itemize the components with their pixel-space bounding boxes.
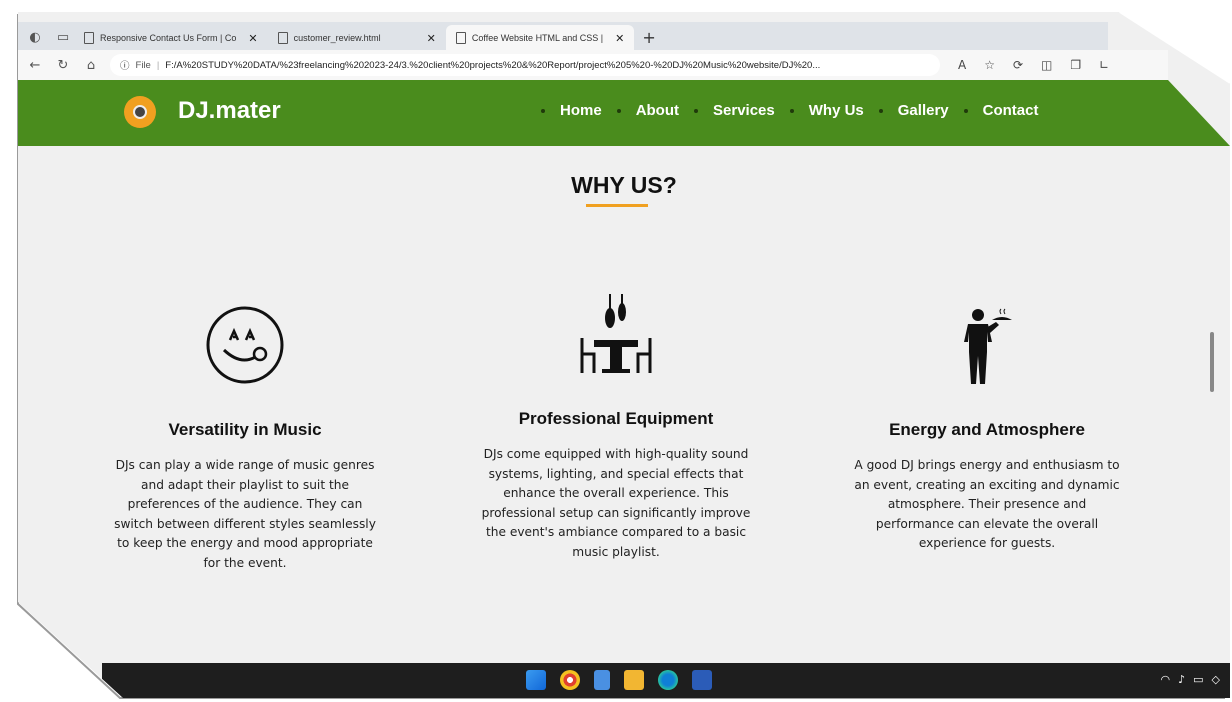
read-aloud-icon[interactable]: A bbox=[958, 58, 966, 72]
browser-window: ◐ ▭ Responsive Contact Us Form | Co ✕ cu… bbox=[18, 12, 1230, 698]
url-text: F:/A%20STUDY%20DATA/%23freelancing%20202… bbox=[165, 59, 821, 71]
system-tray: ◠ ♪ ▭ ◇ bbox=[1160, 673, 1220, 686]
tab-label: Responsive Contact Us Form | Co bbox=[100, 33, 237, 43]
windows-start-icon[interactable] bbox=[526, 670, 546, 690]
address-bar-row: ← ↻ ⌂ ⓘ File | F:/A%20STUDY%20DATA/%23fr… bbox=[18, 50, 1168, 80]
close-icon[interactable]: ✕ bbox=[248, 32, 257, 45]
tab-label: customer_review.html bbox=[293, 33, 381, 43]
card-title: Energy and Atmosphere bbox=[889, 420, 1085, 439]
waiter-icon bbox=[964, 308, 1012, 384]
refresh-icon[interactable]: ↻ bbox=[52, 58, 74, 73]
new-tab-icon[interactable]: + bbox=[642, 28, 655, 47]
nav-home[interactable]: Home bbox=[560, 102, 602, 119]
nav-why-us[interactable]: Why Us bbox=[809, 102, 864, 119]
word-icon[interactable] bbox=[692, 670, 712, 690]
url-prefix: File bbox=[135, 59, 151, 71]
card-text: DJs can play a wide range of music genre… bbox=[114, 458, 376, 570]
card-equipment: Professional Equipment DJs come equipped… bbox=[481, 409, 751, 562]
card-text: DJs come equipped with high-quality soun… bbox=[481, 447, 751, 559]
tab-customer-review[interactable]: customer_review.html ✕ bbox=[268, 25, 446, 51]
file-explorer-icon[interactable] bbox=[624, 670, 644, 690]
brand-name[interactable]: DJ.mater bbox=[178, 97, 281, 125]
extensions-icon[interactable]: ⟳ bbox=[1013, 58, 1023, 72]
card-versatility: Versatility in Music DJs can play a wide… bbox=[110, 420, 380, 573]
page-scrollbar[interactable] bbox=[1210, 332, 1214, 392]
sidebar-icon[interactable]: ∟ bbox=[1099, 58, 1109, 72]
volume-icon[interactable]: ♪ bbox=[1178, 673, 1185, 686]
smile-face-icon bbox=[206, 306, 284, 384]
document-icon bbox=[84, 32, 94, 44]
nav-bullet bbox=[878, 108, 883, 113]
site-header: DJ.mater Home About Services Why Us Gall… bbox=[18, 80, 1230, 146]
card-title: Professional Equipment bbox=[518, 409, 714, 428]
tab-coffee-website[interactable]: Coffee Website HTML and CSS | ✕ bbox=[445, 25, 635, 51]
main-nav: Home About Services Why Us Gallery Conta… bbox=[526, 102, 1038, 119]
document-icon bbox=[277, 32, 288, 44]
info-icon: ⓘ bbox=[120, 61, 130, 72]
card-title: Versatility in Music bbox=[168, 420, 322, 439]
close-icon[interactable]: ✕ bbox=[615, 32, 624, 45]
document-icon bbox=[455, 32, 466, 44]
taskbar-apps bbox=[526, 670, 712, 690]
battery-icon[interactable]: ▭ bbox=[1193, 673, 1203, 686]
tab-actions-icon[interactable]: ▭ bbox=[52, 30, 74, 45]
home-icon[interactable]: ⌂ bbox=[80, 58, 102, 73]
notification-icon[interactable]: ◇ bbox=[1212, 673, 1220, 686]
close-icon[interactable]: ✕ bbox=[427, 32, 436, 45]
tab-label: Coffee Website HTML and CSS | bbox=[471, 33, 604, 43]
nav-contact[interactable]: Contact bbox=[983, 102, 1039, 119]
taskbar: ◠ ♪ ▭ ◇ bbox=[102, 663, 1230, 698]
section-title: WHY US? bbox=[571, 172, 677, 198]
logo-icon[interactable] bbox=[124, 96, 156, 128]
edge-icon[interactable] bbox=[658, 670, 678, 690]
dining-table-icon bbox=[580, 294, 652, 373]
nav-about[interactable]: About bbox=[636, 102, 679, 119]
nav-gallery[interactable]: Gallery bbox=[898, 102, 949, 119]
nav-bullet bbox=[694, 108, 699, 113]
url-separator: | bbox=[156, 59, 160, 71]
nav-services[interactable]: Services bbox=[713, 102, 775, 119]
tab-bar: ◐ ▭ Responsive Contact Us Form | Co ✕ cu… bbox=[18, 22, 1108, 52]
card-energy: Energy and Atmosphere A good DJ brings e… bbox=[852, 420, 1122, 554]
nav-bullet bbox=[541, 108, 545, 113]
nav-bullet bbox=[616, 108, 621, 113]
wifi-icon[interactable]: ◠ bbox=[1160, 673, 1170, 686]
collections-icon[interactable]: ❐ bbox=[1070, 58, 1081, 72]
nav-bullet bbox=[963, 108, 968, 113]
notepad-icon[interactable] bbox=[594, 670, 610, 690]
address-field[interactable]: ⓘ File | F:/A%20STUDY%20DATA/%23freelanc… bbox=[110, 54, 940, 76]
tab-contact-form[interactable]: Responsive Contact Us Form | Co ✕ bbox=[74, 25, 268, 51]
chrome-icon[interactable] bbox=[560, 670, 580, 690]
card-text: A good DJ brings energy and enthusiasm t… bbox=[854, 458, 1120, 550]
favorite-star-icon[interactable]: ☆ bbox=[984, 58, 995, 72]
nav-bullet bbox=[789, 108, 794, 113]
split-screen-icon[interactable]: ◫ bbox=[1041, 58, 1052, 72]
title-underline bbox=[586, 204, 648, 207]
back-icon[interactable]: ← bbox=[24, 58, 46, 73]
profile-icon[interactable]: ◐ bbox=[24, 30, 46, 45]
